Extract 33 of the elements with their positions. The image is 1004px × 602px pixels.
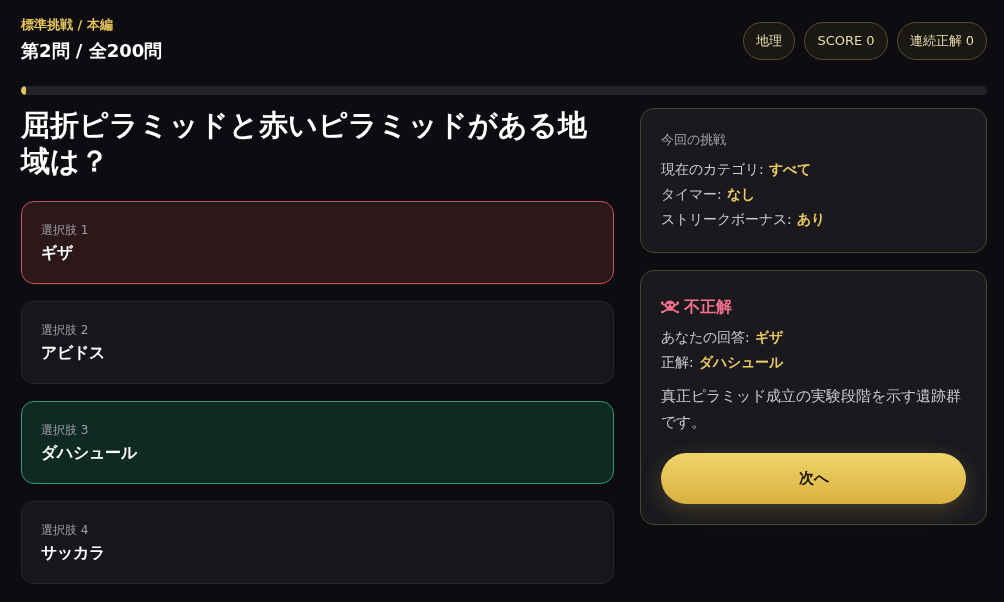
option-text: サッカラ	[41, 541, 106, 564]
info-value: あり	[796, 210, 825, 229]
info-label: 現在のカテゴリ:	[661, 160, 764, 179]
stat-chip: 連続正解 0	[896, 22, 987, 60]
info-label: タイマー:	[661, 185, 722, 204]
option-text: アビドス	[41, 341, 106, 364]
info-label: ストリークボーナス:	[661, 210, 792, 229]
option-text: ダハシュール	[41, 441, 138, 464]
explanation-text: 真正ピラミッド成立の実験段階を示す遺跡群です。	[661, 386, 962, 433]
skull-crossbones-icon	[661, 300, 679, 314]
info-label: あなたの回答:	[661, 328, 750, 347]
stat-chip: 地理	[743, 22, 796, 60]
option-text: ギザ	[41, 241, 74, 264]
info-value: なし	[726, 185, 755, 204]
info-label: 正解:	[661, 353, 694, 372]
option-number: 選択肢 2	[41, 321, 90, 339]
answer-option[interactable]: 選択肢 2 アビドス	[21, 301, 614, 384]
answer-option[interactable]: 選択肢 1 ギザ	[21, 201, 614, 284]
option-number: 選択肢 3	[41, 421, 90, 439]
info-value: ダハシュール	[698, 353, 783, 372]
mode-label: 標準挑戦 / 本編	[21, 16, 114, 34]
verdict-text: 不正解	[684, 296, 732, 318]
question-counter: 第2問 / 全200問	[21, 39, 163, 63]
stat-chip: SCORE 0	[804, 22, 888, 60]
info-value: すべて	[768, 160, 811, 179]
answer-option[interactable]: 選択肢 3 ダハシュール	[21, 401, 614, 484]
card-title: 今回の挑戦	[661, 131, 727, 149]
option-number: 選択肢 1	[41, 221, 90, 239]
answer-option[interactable]: 選択肢 4 サッカラ	[21, 501, 614, 584]
option-number: 選択肢 4	[41, 521, 90, 539]
question-text: 屈折ピラミッドと赤いピラミッドがある地域は？	[21, 107, 588, 179]
info-value: ギザ	[754, 328, 783, 347]
next-button[interactable]: 次へ	[661, 453, 966, 504]
